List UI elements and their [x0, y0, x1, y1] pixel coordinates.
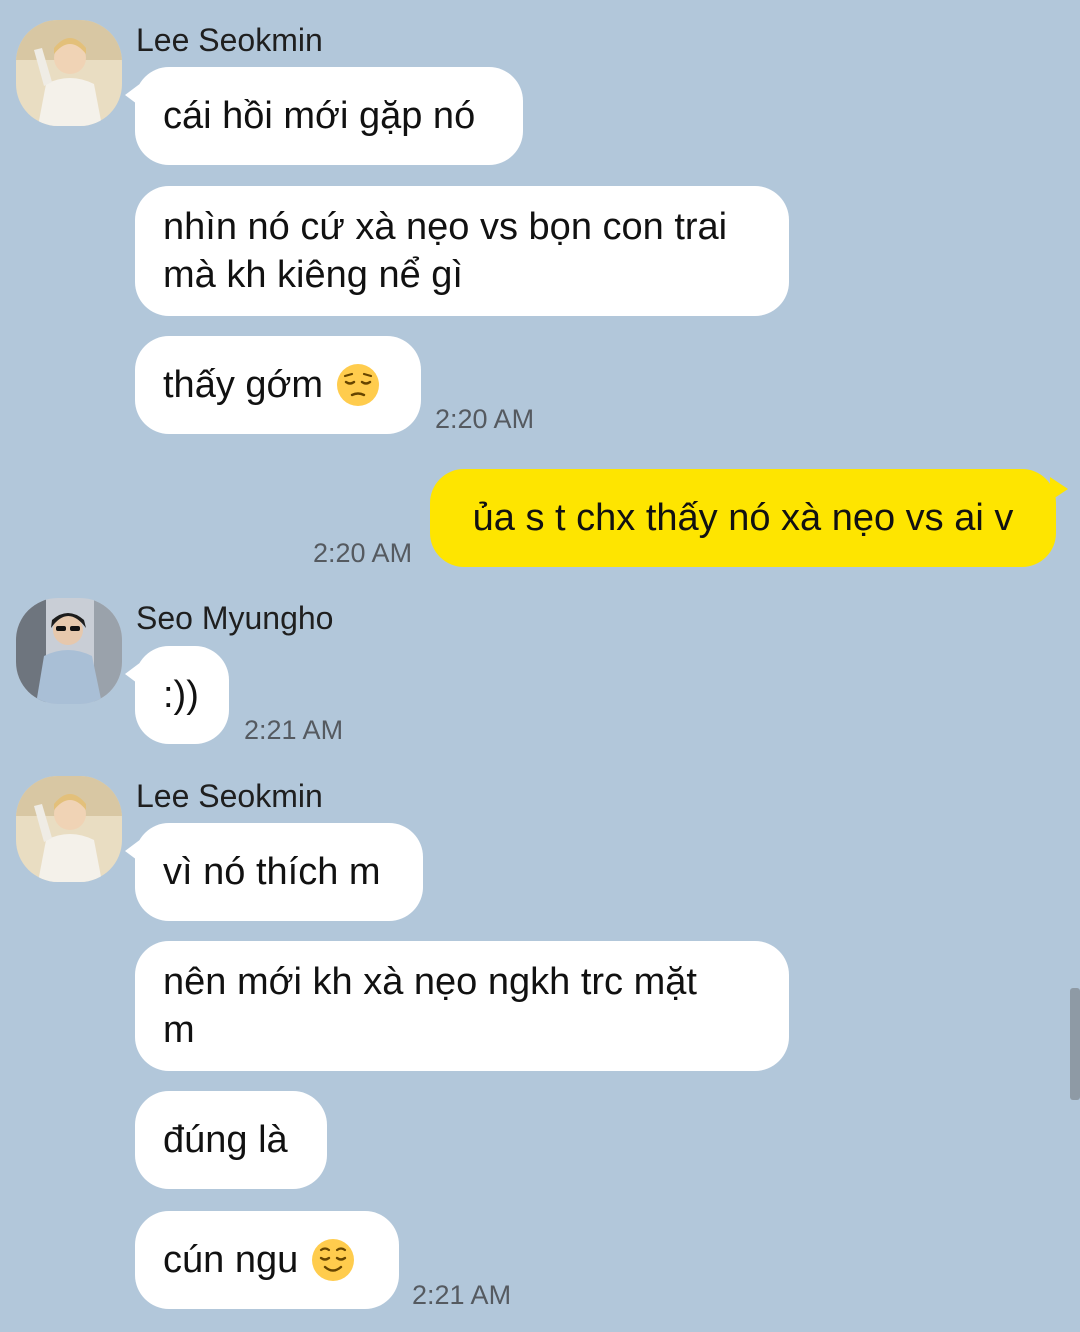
- avatar[interactable]: [16, 20, 122, 126]
- message-text: cún ngu: [163, 1239, 299, 1281]
- relieved-face-icon: [310, 1237, 356, 1283]
- message-timestamp: 2:20 AM: [313, 538, 413, 568]
- message-timestamp: 2:21 AM: [412, 1280, 512, 1310]
- pensive-face-icon: [335, 362, 381, 408]
- sender-name: Seo Myungho: [136, 600, 334, 636]
- scrollbar[interactable]: [1070, 988, 1080, 1100]
- sender-name: Lee Seokmin: [136, 22, 323, 58]
- message-bubble[interactable]: vì nó thích m: [125, 823, 423, 921]
- message-text: cái hồi mới gặp nó: [163, 95, 476, 137]
- message-text: ủa s t chx thấy nó xà nẹo vs ai v: [472, 497, 1014, 539]
- message-timestamp: 2:21 AM: [244, 715, 344, 745]
- message-bubble[interactable]: nên mới kh xà nẹo ngkh trc mặt m: [135, 941, 789, 1071]
- message-text: đúng là: [163, 1119, 288, 1161]
- message-bubble[interactable]: đúng là: [135, 1091, 327, 1189]
- message-timestamp: 2:20 AM: [435, 404, 535, 434]
- message-bubble[interactable]: nhìn nó cứ xà nẹo vs bọn con trai mà kh …: [135, 186, 789, 316]
- message-text: nên mới kh xà nẹo ngkh trc mặt m: [163, 961, 697, 1051]
- message-bubble[interactable]: cái hồi mới gặp nó: [125, 67, 523, 165]
- avatar[interactable]: [16, 776, 122, 882]
- message-text: :)): [163, 674, 199, 716]
- chat-message-list[interactable]: Lee Seokmin cái hồi mới gặp nó nhìn nó c…: [0, 0, 1080, 1332]
- message-bubble[interactable]: :)): [125, 646, 229, 744]
- message-bubble[interactable]: thấy gớm: [135, 336, 421, 434]
- message-bubble[interactable]: cún ngu: [135, 1211, 399, 1309]
- message-text: thấy gớm: [163, 364, 324, 406]
- message-text: nhìn nó cứ xà nẹo vs bọn con trai mà kh …: [163, 206, 728, 296]
- avatar[interactable]: [16, 598, 122, 704]
- sender-name: Lee Seokmin: [136, 778, 323, 814]
- message-text: vì nó thích m: [163, 851, 381, 893]
- my-message-bubble[interactable]: ủa s t chx thấy nó xà nẹo vs ai v: [430, 469, 1068, 567]
